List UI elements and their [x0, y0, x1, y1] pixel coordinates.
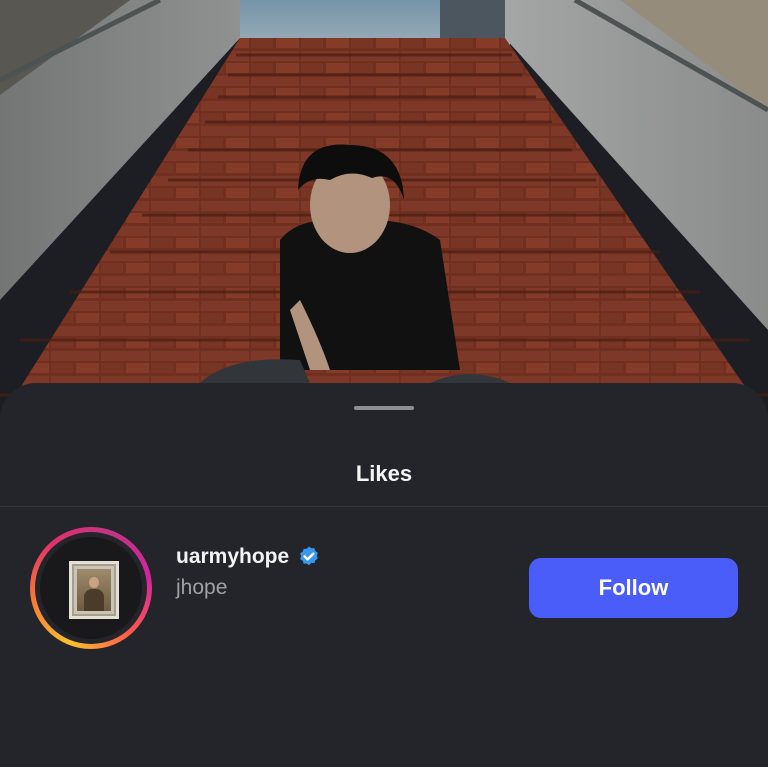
- divider: [0, 506, 768, 507]
- sheet-title: Likes: [355, 461, 413, 486]
- post-photo-background: [0, 0, 768, 430]
- sheet-drag-handle[interactable]: [354, 406, 414, 410]
- screen: Likes uarmyhope jhope Follow: [0, 0, 768, 767]
- avatar-gap: [35, 532, 147, 644]
- verified-badge-icon: [297, 545, 321, 569]
- full-name: jhope: [176, 576, 228, 599]
- username[interactable]: uarmyhope: [176, 545, 289, 569]
- username-line: uarmyhope: [176, 545, 321, 569]
- likes-bottom-sheet: Likes uarmyhope jhope Follow: [0, 383, 768, 767]
- framed-portrait-icon: [69, 561, 119, 619]
- avatar[interactable]: [40, 537, 142, 639]
- follow-button[interactable]: Follow: [529, 558, 738, 618]
- story-ring[interactable]: [30, 527, 152, 649]
- list-item[interactable]: uarmyhope jhope Follow: [0, 523, 768, 653]
- photo-dim-overlay: [0, 0, 768, 430]
